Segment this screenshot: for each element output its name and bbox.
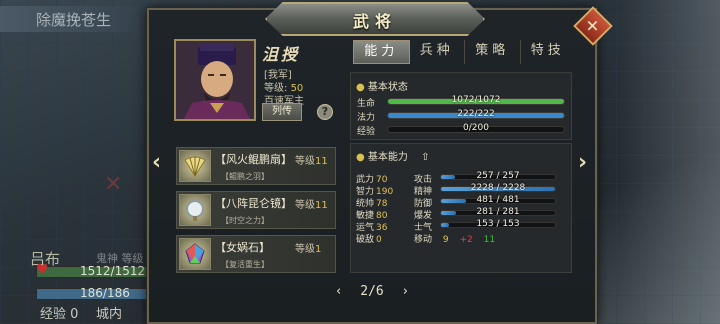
item-level: 等级1 [295, 244, 322, 255]
panel-title: 武将 [352, 12, 397, 31]
next-hero-arrow-icon[interactable]: › [578, 150, 587, 175]
fan-icon [179, 150, 211, 182]
map-marker-icon: ✕ [104, 172, 123, 197]
basic-status-title: ● 基本状态 [356, 82, 408, 93]
exp-bar: 经验 0/200 [357, 123, 567, 137]
item-subtitle: 【时空之力】 [221, 216, 269, 225]
equipment-item[interactable]: 【八阵昆仑镜】 等级11 【时空之力】 [176, 191, 336, 229]
tab-ability[interactable]: 能力 [353, 40, 410, 64]
sub-stat-attack: 攻击 257 / 257 [414, 171, 564, 185]
pager: ‹ 2/6 › [336, 284, 408, 299]
sub-stat-defense: 防御 481 / 481 [414, 195, 564, 209]
pager-next-icon[interactable]: › [403, 284, 408, 299]
basic-ability-title: ● 基本能力 ⇧ [356, 152, 430, 163]
tab-skills[interactable]: 特技 [521, 40, 576, 64]
prev-hero-arrow-icon[interactable]: ‹ [152, 150, 161, 175]
background-stage-title: 除魔挽苍生 [0, 6, 140, 32]
panel-header: 武将 [265, 2, 485, 36]
background-mp-text: 186/186 [80, 286, 130, 300]
item-subtitle: 【鲲鹏之羽】 [221, 172, 269, 181]
biography-button[interactable]: 列传 [262, 103, 302, 121]
hp-bar: 生命 1072/1072 [357, 95, 567, 109]
sub-stat-morale: 士气 153 / 153 [414, 219, 564, 233]
ability-podi: 破敌 0 [356, 235, 382, 245]
hero-name: 沮授 [262, 45, 301, 64]
item-name: 【八阵昆仑镜】 [215, 197, 292, 210]
background-hp-text: 1512/1512 [80, 264, 146, 278]
hero-portrait [174, 39, 256, 121]
mirror-icon [179, 194, 211, 226]
item-name: 【风火鲲鹏扇】 [215, 153, 292, 166]
item-level: 等级11 [295, 156, 328, 167]
equipment-item[interactable]: 【女娲石】 等级1 【复活重生】 [176, 235, 336, 273]
close-icon: ✕ [586, 16, 600, 36]
background-city-label: 城内 [96, 307, 123, 322]
item-level: 等级11 [295, 200, 328, 211]
background-exp: 经验 0 [40, 307, 79, 322]
tab-bar: 能力 兵种 策略 特技 [353, 40, 575, 64]
gem-icon [179, 238, 211, 270]
sub-stat-burst: 爆发 281 / 281 [414, 207, 564, 221]
tab-strategy[interactable]: 策略 [465, 40, 521, 64]
item-subtitle: 【复活重生】 [221, 260, 269, 269]
equipment-item[interactable]: 【风火鲲鹏扇】 等级11 【鲲鹏之羽】 [176, 147, 336, 185]
pager-prev-icon[interactable]: ‹ [336, 284, 341, 299]
item-name: 【女娲石】 [215, 241, 270, 254]
heart-icon: ♥ [36, 262, 49, 278]
arrow-up-icon: ⇧ [421, 152, 430, 163]
tab-troops[interactable]: 兵种 [410, 40, 465, 64]
mp-bar: 法力 222/222 [357, 109, 567, 123]
help-button[interactable]: ? [317, 104, 333, 120]
sub-stat-spirit: 精神 2228 / 2228 [414, 183, 564, 197]
pager-current: 2/6 [360, 284, 384, 299]
move-stat: 移动 9 +2 11 [414, 235, 496, 245]
